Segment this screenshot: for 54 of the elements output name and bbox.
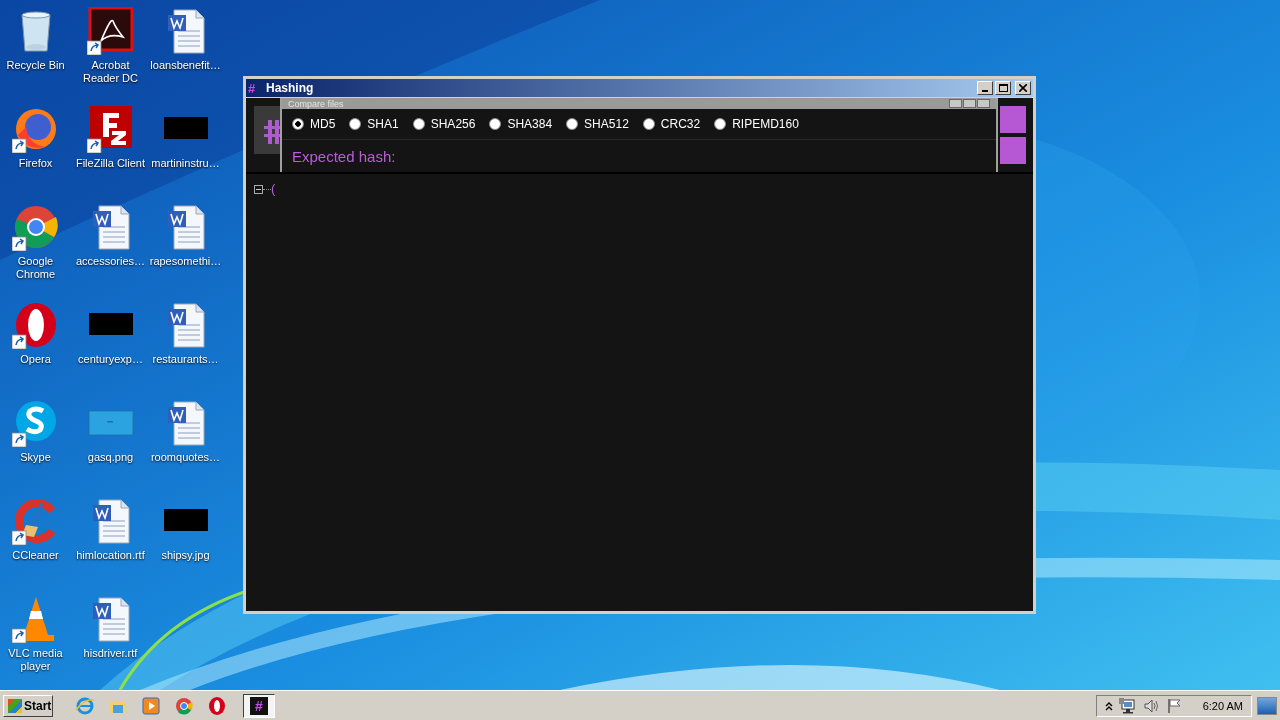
desktop-shortcut[interactable]: Firefox	[0, 105, 73, 203]
desktop-shortcut[interactable]: centuryexp…	[73, 301, 148, 399]
radio-label[interactable]: RIPEMD160	[732, 117, 799, 131]
app-icon: #	[248, 80, 262, 96]
maximize-icon	[998, 84, 1008, 92]
radio-button[interactable]	[412, 118, 425, 130]
radio-label[interactable]: CRC32	[660, 117, 701, 131]
radio-label[interactable]: MD5	[310, 117, 336, 131]
close-icon	[1019, 84, 1027, 92]
radio-button[interactable]	[349, 118, 362, 130]
radio-label[interactable]: SHA512	[584, 117, 629, 131]
desktop-shortcut[interactable]: rapesomethi…	[148, 203, 223, 301]
radio-button[interactable]	[292, 118, 304, 130]
desktop-shortcut[interactable]: FileZilla Client	[73, 105, 148, 203]
network-icon[interactable]	[1118, 697, 1137, 714]
clock[interactable]: 6:20 AM	[1202, 699, 1243, 712]
desktop-shortcut[interactable]: accessories…	[73, 203, 148, 301]
desktop-shortcut[interactable]: CCleaner	[0, 497, 73, 595]
show-desktop-button[interactable]	[1257, 696, 1277, 715]
browser-icon[interactable]	[174, 695, 194, 716]
radio-button[interactable]	[566, 118, 579, 130]
desktop-shortcut[interactable]: roomquotes…	[148, 399, 223, 497]
tree-node-text[interactable]: (	[271, 182, 276, 196]
expected-hash-label: Expected hash:	[292, 147, 396, 165]
desktop-shortcut[interactable]: Recycle Bin	[0, 7, 73, 105]
hash-logo-icon	[254, 106, 280, 154]
collapse-icon[interactable]	[254, 184, 263, 194]
browser-icon[interactable]	[207, 695, 227, 716]
desktop-shortcut[interactable]: Skype	[0, 399, 73, 497]
chevron-up-icon[interactable]	[1104, 700, 1113, 711]
start-button[interactable]: Start	[3, 694, 53, 717]
desktop-shortcut[interactable]: himlocation.rtf	[73, 497, 148, 595]
desktop-shortcut[interactable]: martininstru…	[148, 105, 223, 203]
radio-label[interactable]: SHA1	[367, 117, 399, 131]
desktop-shortcut[interactable]: loansbenefit…	[148, 7, 223, 105]
flag-icon[interactable]	[1166, 697, 1183, 714]
play-icon[interactable]	[141, 695, 161, 716]
radio-label[interactable]: SHA384	[507, 117, 553, 131]
desktop-shortcut[interactable]: hisdriver.rtf	[73, 595, 148, 690]
desktop-shortcut[interactable]: restaurants…	[148, 301, 223, 399]
radio-label[interactable]: SHA256	[430, 117, 476, 131]
panel-title: Compare files	[288, 98, 345, 109]
speaker-icon[interactable]	[1142, 697, 1161, 714]
desktop-shortcut[interactable]: Acrobat Reader DC	[73, 7, 148, 105]
desktop-shortcut[interactable]: VLC media player	[0, 595, 73, 690]
radio-button[interactable]	[714, 118, 727, 130]
desktop-shortcut[interactable]: Opera	[0, 301, 73, 399]
desktop-shortcut[interactable]: shipsy.jpg	[148, 497, 223, 595]
taskbar-app-button[interactable]: #	[243, 693, 275, 718]
desktop-shortcut[interactable]: gasq.png	[73, 399, 148, 497]
radio-button[interactable]	[642, 118, 655, 130]
window-title: Hashing	[266, 81, 315, 95]
desktop-shortcut[interactable]: Google Chrome	[0, 203, 73, 301]
radio-button[interactable]	[489, 118, 502, 130]
